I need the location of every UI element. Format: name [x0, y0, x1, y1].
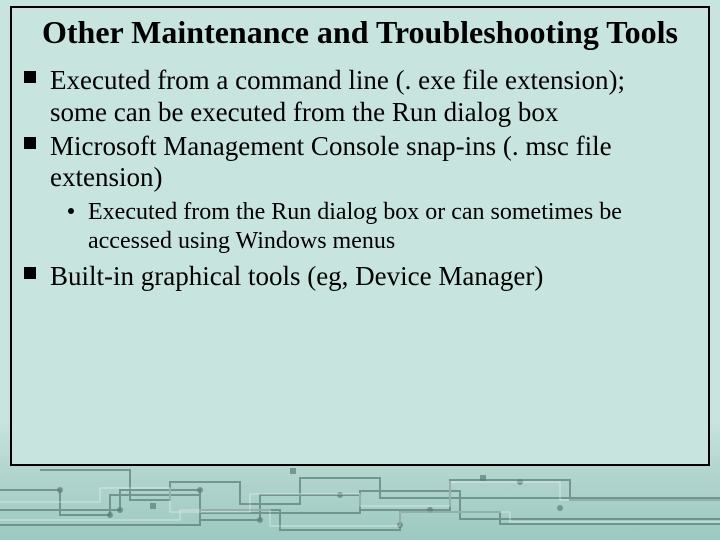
- bullet-text: Built-in graphical tools (eg, Device Man…: [50, 261, 543, 291]
- bullet-item: Executed from a command line (. exe file…: [46, 65, 688, 129]
- bullet-text: Microsoft Management Console snap-ins (.…: [50, 131, 612, 193]
- bullet-list: Executed from a command line (. exe file…: [46, 65, 688, 293]
- sub-bullet-item: Executed from the Run dialog box or can …: [86, 198, 688, 255]
- content-frame: Other Maintenance and Troubleshooting To…: [10, 6, 710, 466]
- slide-title: Other Maintenance and Troubleshooting To…: [18, 14, 702, 51]
- slide: Other Maintenance and Troubleshooting To…: [0, 0, 720, 540]
- sub-bullet-list: Executed from the Run dialog box or can …: [86, 198, 688, 255]
- bullet-item: Microsoft Management Console snap-ins (.…: [46, 131, 688, 255]
- bullet-item: Built-in graphical tools (eg, Device Man…: [46, 261, 688, 293]
- sub-bullet-text: Executed from the Run dialog box or can …: [88, 199, 622, 253]
- bullet-text: Executed from a command line (. exe file…: [50, 65, 625, 127]
